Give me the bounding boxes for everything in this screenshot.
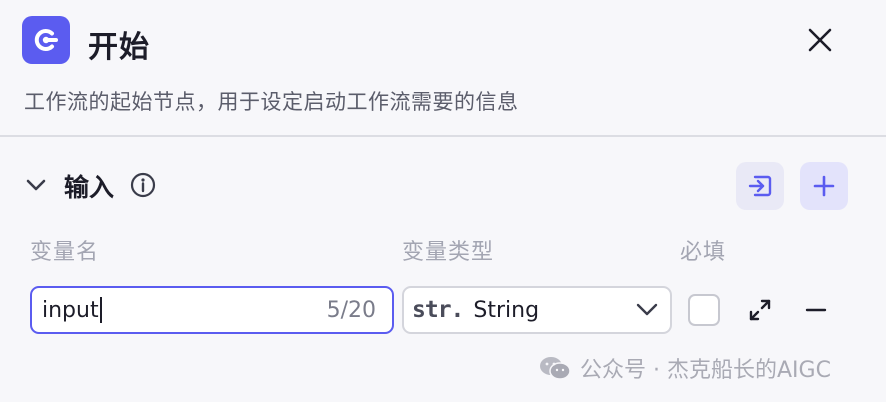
import-icon (748, 175, 772, 197)
column-header-name: 变量名 (30, 240, 100, 265)
text-caret (99, 297, 102, 323)
expand-icon (749, 299, 771, 321)
remove-variable-button[interactable] (800, 294, 832, 326)
variable-name-value: input (42, 297, 99, 323)
column-header-required: 必填 (680, 240, 727, 265)
node-header: 开始 工作流的起始节点，用于设定启动工作流需要的信息 (0, 0, 886, 137)
variable-type-select[interactable]: str. String (402, 286, 672, 334)
header-divider (0, 135, 886, 137)
column-header-type: 变量类型 (402, 240, 495, 265)
section-collapse-toggle[interactable] (24, 174, 48, 196)
wechat-icon (540, 357, 571, 380)
required-checkbox[interactable] (688, 294, 720, 326)
string-type-icon: str. (412, 297, 464, 323)
close-icon (808, 28, 832, 52)
expand-button[interactable] (744, 294, 776, 326)
add-variable-button[interactable] (800, 162, 848, 210)
import-button[interactable] (736, 162, 784, 210)
minus-icon (805, 308, 827, 312)
char-counter: 5/20 (326, 297, 376, 323)
watermark-text: 公众号 · 杰克船长的AIGC (580, 358, 831, 383)
close-button[interactable] (800, 20, 840, 60)
chevron-down-icon (636, 303, 658, 317)
watermark: 公众号 · 杰克船长的AIGC (538, 352, 831, 384)
node-title: 开始 (88, 30, 150, 65)
node-description: 工作流的起始节点，用于设定启动工作流需要的信息 (24, 90, 519, 114)
start-node-icon (22, 16, 70, 64)
chevron-down-icon (26, 179, 46, 191)
plus-icon (813, 175, 835, 197)
variable-type-value: String (473, 297, 540, 323)
variable-name-input[interactable]: input 5/20 (30, 286, 394, 334)
info-icon[interactable] (130, 172, 156, 198)
section-title: 输入 (64, 173, 115, 202)
